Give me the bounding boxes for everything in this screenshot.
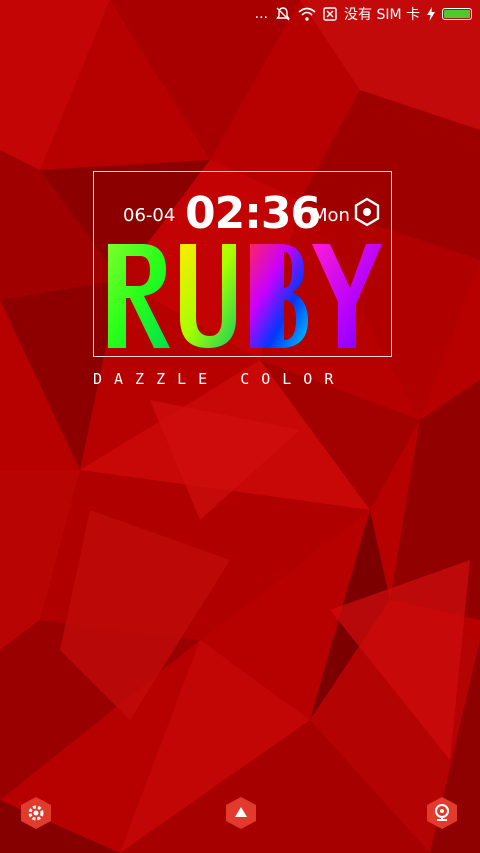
charging-icon — [427, 7, 435, 21]
time-label: 02:36 — [185, 188, 321, 239]
more-dots-icon: ... — [254, 6, 268, 22]
dock-unlock-button[interactable] — [224, 796, 258, 830]
dock-camera-button[interactable] — [425, 796, 459, 830]
battery-icon — [442, 8, 472, 20]
date-label: 06-04 — [123, 205, 176, 226]
dock-settings-button[interactable] — [19, 796, 53, 830]
carrier-text: 没有 SIM 卡 — [344, 7, 420, 23]
sim-missing-icon — [323, 7, 337, 21]
tagline-text: DAZZLE COLOR — [93, 370, 346, 388]
wifi-icon — [298, 7, 316, 21]
bell-muted-icon — [275, 6, 291, 22]
clock-widget[interactable]: 06-04 02:36 Mon — [93, 171, 392, 357]
ruby-logo — [108, 244, 382, 348]
weekday-label: Mon — [312, 205, 350, 226]
status-bar: ... 没有 SIM 卡 — [0, 0, 480, 28]
hexagon-settings-icon[interactable] — [353, 197, 381, 227]
wallpaper — [0, 0, 480, 853]
